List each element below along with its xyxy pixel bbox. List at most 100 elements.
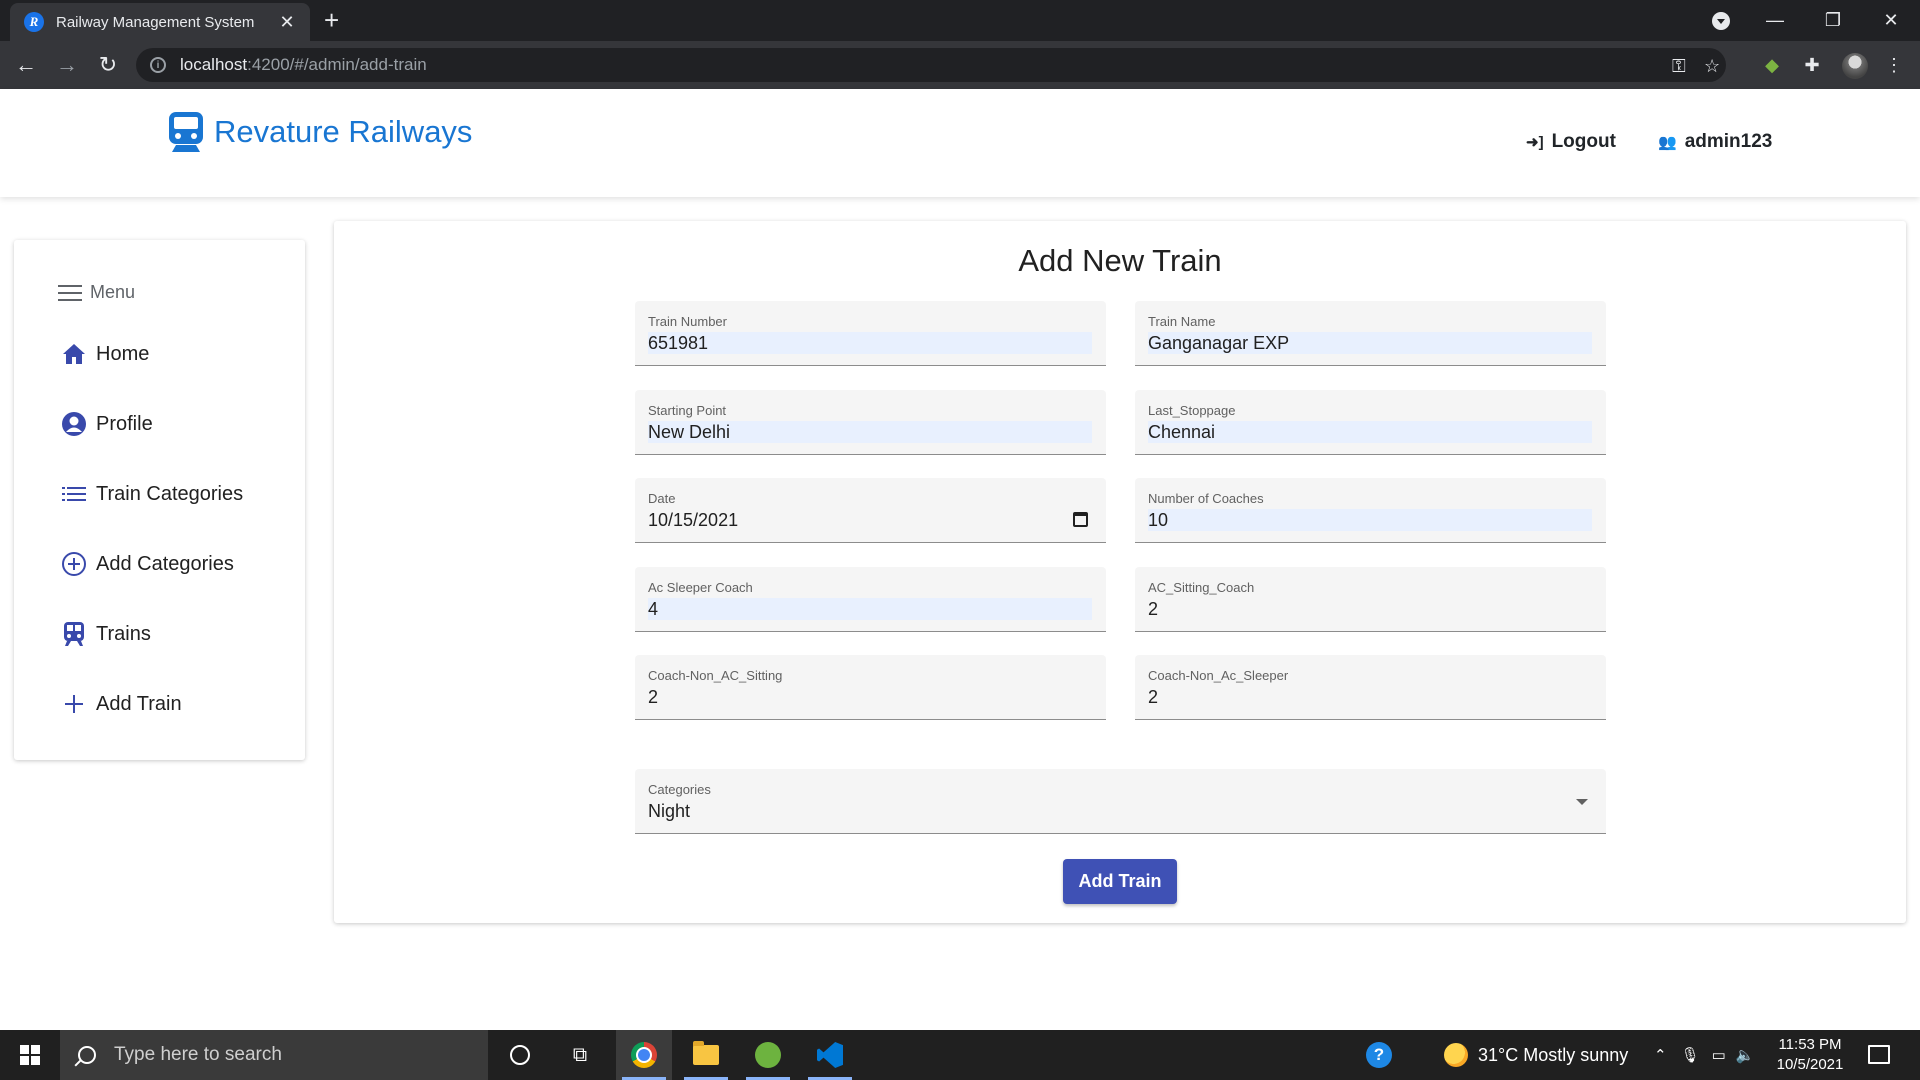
logout-label: Logout	[1551, 131, 1616, 152]
bookmark-star-icon[interactable]: ☆	[1704, 56, 1720, 77]
battery-icon[interactable]: ▭	[1712, 1046, 1726, 1064]
taskbar-search[interactable]: Type here to search	[60, 1030, 488, 1080]
tray-chevron-icon[interactable]: ⌃	[1654, 1046, 1667, 1064]
window-close-icon[interactable]: ✕	[1862, 0, 1920, 41]
sidebar-item-trains[interactable]: Trains	[60, 620, 151, 648]
field-label: Last_Stoppage	[1148, 403, 1236, 418]
browser-toolbar: ← → ↻ i localhost:4200/#/admin/add-train…	[0, 41, 1920, 89]
number-of-coaches-input[interactable]: 10	[1148, 509, 1592, 531]
sidebar-item-add-train[interactable]: Add Train	[60, 690, 182, 718]
taskbar-clock[interactable]: 11:53 PM 10/5/2021	[1762, 1035, 1858, 1075]
url-path: :4200/#/admin/add-train	[247, 55, 427, 74]
back-icon[interactable]: ←	[12, 51, 40, 79]
starting-point-input[interactable]: New Delhi	[648, 421, 1092, 443]
logout-link[interactable]: ➜] Logout	[1526, 131, 1616, 153]
browser-tab-bar: R Railway Management System ✕ + — ❐ ✕	[0, 0, 1920, 41]
key-icon[interactable]: ⚿	[1672, 56, 1686, 77]
sidebar-item-profile[interactable]: Profile	[60, 410, 153, 438]
user-menu[interactable]: 👥 admin123	[1658, 131, 1772, 153]
brand[interactable]: Revature Railways	[168, 111, 472, 153]
sidebar-item-label: Add Categories	[96, 552, 234, 575]
page-title: Add New Train	[1018, 243, 1222, 278]
system-tray-icons[interactable]: ⌃ 🎙 ▭ 🔈	[1654, 1030, 1755, 1080]
menu-toggle[interactable]: Menu	[58, 282, 135, 303]
list-icon	[60, 480, 88, 508]
sidebar-item-train-categories[interactable]: Train Categories	[60, 480, 243, 508]
last-stoppage-input[interactable]: Chennai	[1148, 421, 1592, 443]
hamburger-icon	[58, 284, 82, 301]
url-host: localhost	[180, 55, 248, 74]
extension-icon[interactable]: ◆	[1760, 53, 1784, 77]
address-bar[interactable]: i localhost:4200/#/admin/add-train ⚿ ☆	[136, 48, 1726, 82]
weather-widget[interactable]: 31°C Mostly sunny	[1444, 1030, 1628, 1080]
date-input[interactable]: 10/15/2021	[648, 509, 1092, 531]
date-field[interactable]: Date 10/15/2021	[635, 478, 1106, 543]
number-of-coaches-field[interactable]: Number of Coaches 10	[1135, 478, 1606, 543]
profile-avatar[interactable]	[1842, 53, 1868, 79]
more-menu-icon[interactable]: ⋮	[1882, 53, 1906, 77]
clock-time: 11:53 PM	[1778, 1036, 1842, 1053]
train-name-field[interactable]: Train Name Ganganagar EXP	[1135, 301, 1606, 366]
field-label: Coach-Non_Ac_Sleeper	[1148, 668, 1289, 683]
taskbar-search-placeholder: Type here to search	[114, 1044, 282, 1065]
add-train-button[interactable]: Add Train	[1063, 859, 1177, 904]
site-info-icon[interactable]: i	[150, 57, 166, 73]
sidebar-item-home[interactable]: Home	[60, 340, 149, 368]
folder-icon	[693, 1041, 719, 1065]
dropdown-arrow-icon[interactable]	[1576, 799, 1588, 805]
taskbar-file-explorer[interactable]	[678, 1030, 734, 1080]
taskbar-chrome[interactable]	[616, 1030, 672, 1080]
tab-search-icon[interactable]	[1712, 12, 1730, 30]
help-tray[interactable]: ?	[1366, 1030, 1392, 1080]
ac-sleeper-input[interactable]: 4	[648, 598, 1092, 620]
sidebar-item-label: Trains	[96, 622, 151, 645]
starting-point-field[interactable]: Starting Point New Delhi	[635, 390, 1106, 455]
non-ac-sleeper-input[interactable]: 2	[1148, 686, 1592, 708]
plus-icon	[60, 690, 88, 718]
account-circle-icon	[60, 410, 88, 438]
taskbar-spring-tool[interactable]	[740, 1030, 796, 1080]
sidebar-item-label: Add Train	[96, 692, 182, 715]
extensions-puzzle-icon[interactable]: ✚	[1800, 53, 1824, 77]
menu-label: Menu	[90, 282, 136, 302]
tab-close-icon[interactable]: ✕	[276, 12, 298, 33]
train-number-input[interactable]: 651981	[648, 332, 1092, 354]
field-label: Categories	[648, 782, 711, 797]
reload-icon[interactable]: ↻	[94, 51, 122, 79]
non-ac-sleeper-field[interactable]: Coach-Non_Ac_Sleeper 2	[1135, 655, 1606, 720]
sidebar-item-label: Train Categories	[96, 482, 244, 505]
calendar-icon[interactable]	[1073, 512, 1088, 527]
help-icon: ?	[1366, 1042, 1392, 1068]
volume-icon[interactable]: 🔈	[1736, 1046, 1755, 1064]
microphone-icon[interactable]: 🎙	[1681, 1046, 1700, 1064]
minimize-icon[interactable]: —	[1746, 0, 1804, 41]
train-name-input[interactable]: Ganganagar EXP	[1148, 332, 1592, 354]
clock-date: 10/5/2021	[1776, 1056, 1844, 1073]
non-ac-sitting-field[interactable]: Coach-Non_AC_Sitting 2	[635, 655, 1106, 720]
search-icon	[78, 1046, 96, 1064]
sidebar-item-add-categories[interactable]: Add Categories	[60, 550, 234, 578]
last-stoppage-field[interactable]: Last_Stoppage Chennai	[1135, 390, 1606, 455]
task-view-button[interactable]: ⧉	[552, 1030, 608, 1080]
vscode-icon	[817, 1042, 843, 1068]
categories-selected-value: Night	[648, 801, 691, 821]
notification-icon[interactable]	[1868, 1045, 1890, 1064]
url-text[interactable]: localhost:4200/#/admin/add-train	[180, 55, 427, 75]
forward-icon[interactable]: →	[53, 51, 81, 79]
restore-icon[interactable]: ❐	[1804, 0, 1862, 41]
add-train-card: Add New Train Train Number 651981 Train …	[334, 221, 1906, 923]
ac-sleeper-field[interactable]: Ac Sleeper Coach 4	[635, 567, 1106, 632]
field-label: Number of Coaches	[1148, 491, 1264, 506]
cortana-button[interactable]	[492, 1030, 548, 1080]
train-number-field[interactable]: Train Number 651981	[635, 301, 1106, 366]
field-label: Train Number	[648, 314, 727, 329]
start-button[interactable]	[0, 1030, 60, 1080]
taskbar-vscode[interactable]	[802, 1030, 858, 1080]
cortana-icon	[510, 1045, 530, 1065]
non-ac-sitting-input[interactable]: 2	[648, 686, 1092, 708]
categories-select[interactable]: Categories Night	[635, 769, 1606, 834]
ac-sitting-field[interactable]: AC_Sitting_Coach 2	[1135, 567, 1606, 632]
browser-tab[interactable]: R Railway Management System ✕	[10, 3, 310, 41]
new-tab-icon[interactable]: +	[324, 6, 339, 34]
ac-sitting-input[interactable]: 2	[1148, 598, 1592, 620]
